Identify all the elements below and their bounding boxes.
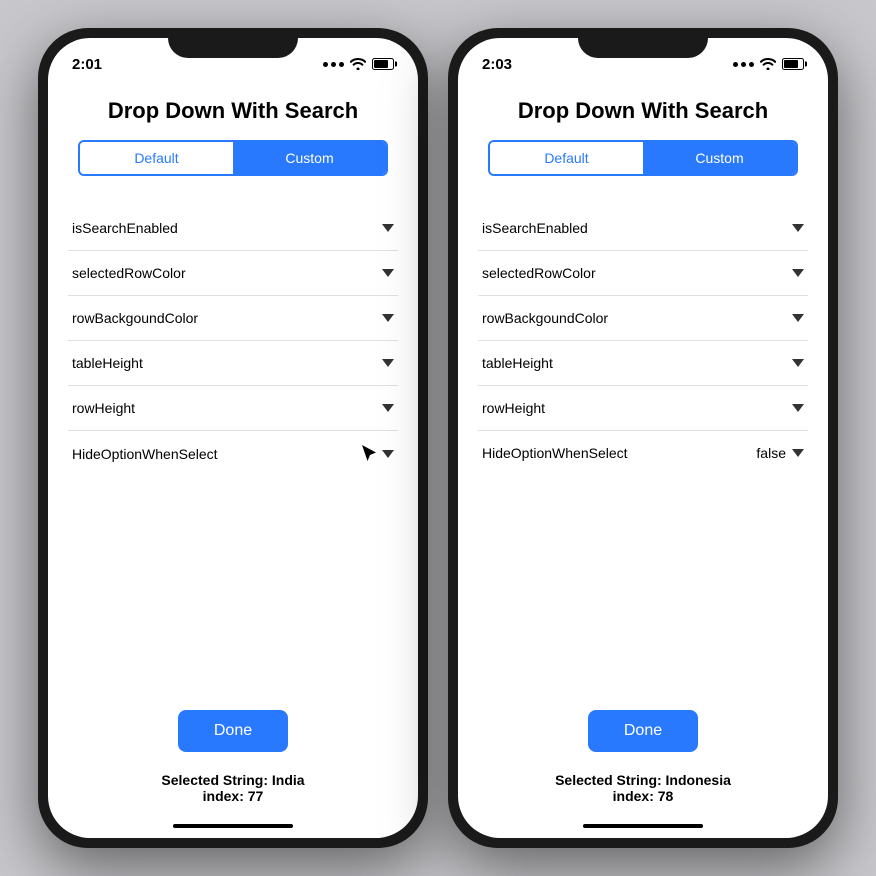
option-label-2-left: rowBackgoundColor <box>72 310 198 326</box>
home-indicator-right <box>583 824 703 828</box>
option-label-1-right: selectedRowColor <box>482 265 596 281</box>
option-right-5-right: false <box>756 445 804 461</box>
option-right-4-left <box>382 404 394 412</box>
dropdown-arrow-0-right <box>792 224 804 232</box>
selected-string-line2-right: index: 78 <box>478 788 808 804</box>
dropdown-arrow-3-left <box>382 359 394 367</box>
selected-string-line1-right: Selected String: Indonesia <box>478 772 808 788</box>
option-row-1-right[interactable]: selectedRowColor <box>478 251 808 296</box>
option-label-0-right: isSearchEnabled <box>482 220 588 236</box>
dot3 <box>339 62 344 67</box>
option-row-1-left[interactable]: selectedRowColor <box>68 251 398 296</box>
option-label-4-left: rowHeight <box>72 400 135 416</box>
status-icons-left <box>323 58 394 70</box>
dot3r <box>749 62 754 67</box>
options-list-right: isSearchEnabled selectedRowColor rowBack… <box>478 206 808 690</box>
dot2r <box>741 62 746 67</box>
option-right-4-right <box>792 404 804 412</box>
option-row-3-left[interactable]: tableHeight <box>68 341 398 386</box>
time-left: 2:01 <box>72 56 102 73</box>
selected-string-line1-left: Selected String: India <box>68 772 398 788</box>
option-label-5-right: HideOptionWhenSelect <box>482 445 628 461</box>
dot1r <box>733 62 738 67</box>
battery-icon-right <box>782 58 804 70</box>
option-right-1-right <box>792 269 804 277</box>
battery-fill-right <box>784 60 798 68</box>
segment-default-right[interactable]: Default <box>490 142 643 174</box>
option-label-3-right: tableHeight <box>482 355 553 371</box>
option-right-3-left <box>382 359 394 367</box>
status-icons-right <box>733 58 804 70</box>
dropdown-arrow-5-right <box>792 449 804 457</box>
option-right-1-left <box>382 269 394 277</box>
option-row-5-left[interactable]: HideOptionWhenSelect <box>68 431 398 477</box>
option-right-2-left <box>382 314 394 322</box>
option-row-2-right[interactable]: rowBackgoundColor <box>478 296 808 341</box>
screen-right: 2:03 Drop Down With Search Defau <box>458 38 828 838</box>
screen-left: 2:01 Drop Down With Search Defau <box>48 38 418 838</box>
notch-right <box>578 28 708 58</box>
option-right-0-right <box>792 224 804 232</box>
option-label-0-left: isSearchEnabled <box>72 220 178 236</box>
segment-default-left[interactable]: Default <box>80 142 233 174</box>
wifi-icon-left <box>350 58 366 70</box>
option-row-5-right[interactable]: HideOptionWhenSelect false <box>478 431 808 475</box>
option-row-4-right[interactable]: rowHeight <box>478 386 808 431</box>
dot1 <box>323 62 328 67</box>
dropdown-arrow-2-left <box>382 314 394 322</box>
battery-fill-left <box>374 60 388 68</box>
wifi-icon-right <box>760 58 776 70</box>
segment-control-right[interactable]: Default Custom <box>488 140 798 176</box>
segment-custom-left[interactable]: Custom <box>233 142 386 174</box>
content-right: Drop Down With Search Default Custom isS… <box>458 82 828 820</box>
options-list-left: isSearchEnabled selectedRowColor rowBack… <box>68 206 398 690</box>
signal-left <box>323 62 344 67</box>
dropdown-arrow-0-left <box>382 224 394 232</box>
option-row-2-left[interactable]: rowBackgoundColor <box>68 296 398 341</box>
battery-icon-left <box>372 58 394 70</box>
option-right-3-right <box>792 359 804 367</box>
selected-string-line2-left: index: 77 <box>68 788 398 804</box>
dropdown-arrow-4-left <box>382 404 394 412</box>
segment-control-left[interactable]: Default Custom <box>78 140 388 176</box>
done-button-right[interactable]: Done <box>588 710 698 752</box>
dropdown-arrow-4-right <box>792 404 804 412</box>
done-button-left[interactable]: Done <box>178 710 288 752</box>
option-label-2-right: rowBackgoundColor <box>482 310 608 326</box>
option-row-0-right[interactable]: isSearchEnabled <box>478 206 808 251</box>
option-label-3-left: tableHeight <box>72 355 143 371</box>
option-row-4-left[interactable]: rowHeight <box>68 386 398 431</box>
option-label-4-right: rowHeight <box>482 400 545 416</box>
time-right: 2:03 <box>482 56 512 73</box>
option-right-2-right <box>792 314 804 322</box>
dropdown-arrow-3-right <box>792 359 804 367</box>
segment-custom-right[interactable]: Custom <box>643 142 796 174</box>
selected-string-right: Selected String: Indonesia index: 78 <box>478 762 808 820</box>
option-row-3-right[interactable]: tableHeight <box>478 341 808 386</box>
dropdown-arrow-5-left <box>382 450 394 458</box>
selected-string-left: Selected String: India index: 77 <box>68 762 398 820</box>
notch-left <box>168 28 298 58</box>
page-title-left: Drop Down With Search <box>68 98 398 124</box>
phone-left: 2:01 Drop Down With Search Defau <box>38 28 428 848</box>
option-value-5-right: false <box>756 445 786 461</box>
option-label-5-left: HideOptionWhenSelect <box>72 446 218 462</box>
dropdown-arrow-1-left <box>382 269 394 277</box>
signal-right <box>733 62 754 67</box>
home-indicator-left <box>173 824 293 828</box>
cursor-icon-left <box>362 445 376 463</box>
page-title-right: Drop Down With Search <box>478 98 808 124</box>
dropdown-arrow-2-right <box>792 314 804 322</box>
option-right-0-left <box>382 224 394 232</box>
phone-right: 2:03 Drop Down With Search Defau <box>448 28 838 848</box>
dot2 <box>331 62 336 67</box>
option-label-1-left: selectedRowColor <box>72 265 186 281</box>
content-left: Drop Down With Search Default Custom isS… <box>48 82 418 820</box>
option-row-0-left[interactable]: isSearchEnabled <box>68 206 398 251</box>
dropdown-arrow-1-right <box>792 269 804 277</box>
option-right-5-left <box>362 445 394 463</box>
